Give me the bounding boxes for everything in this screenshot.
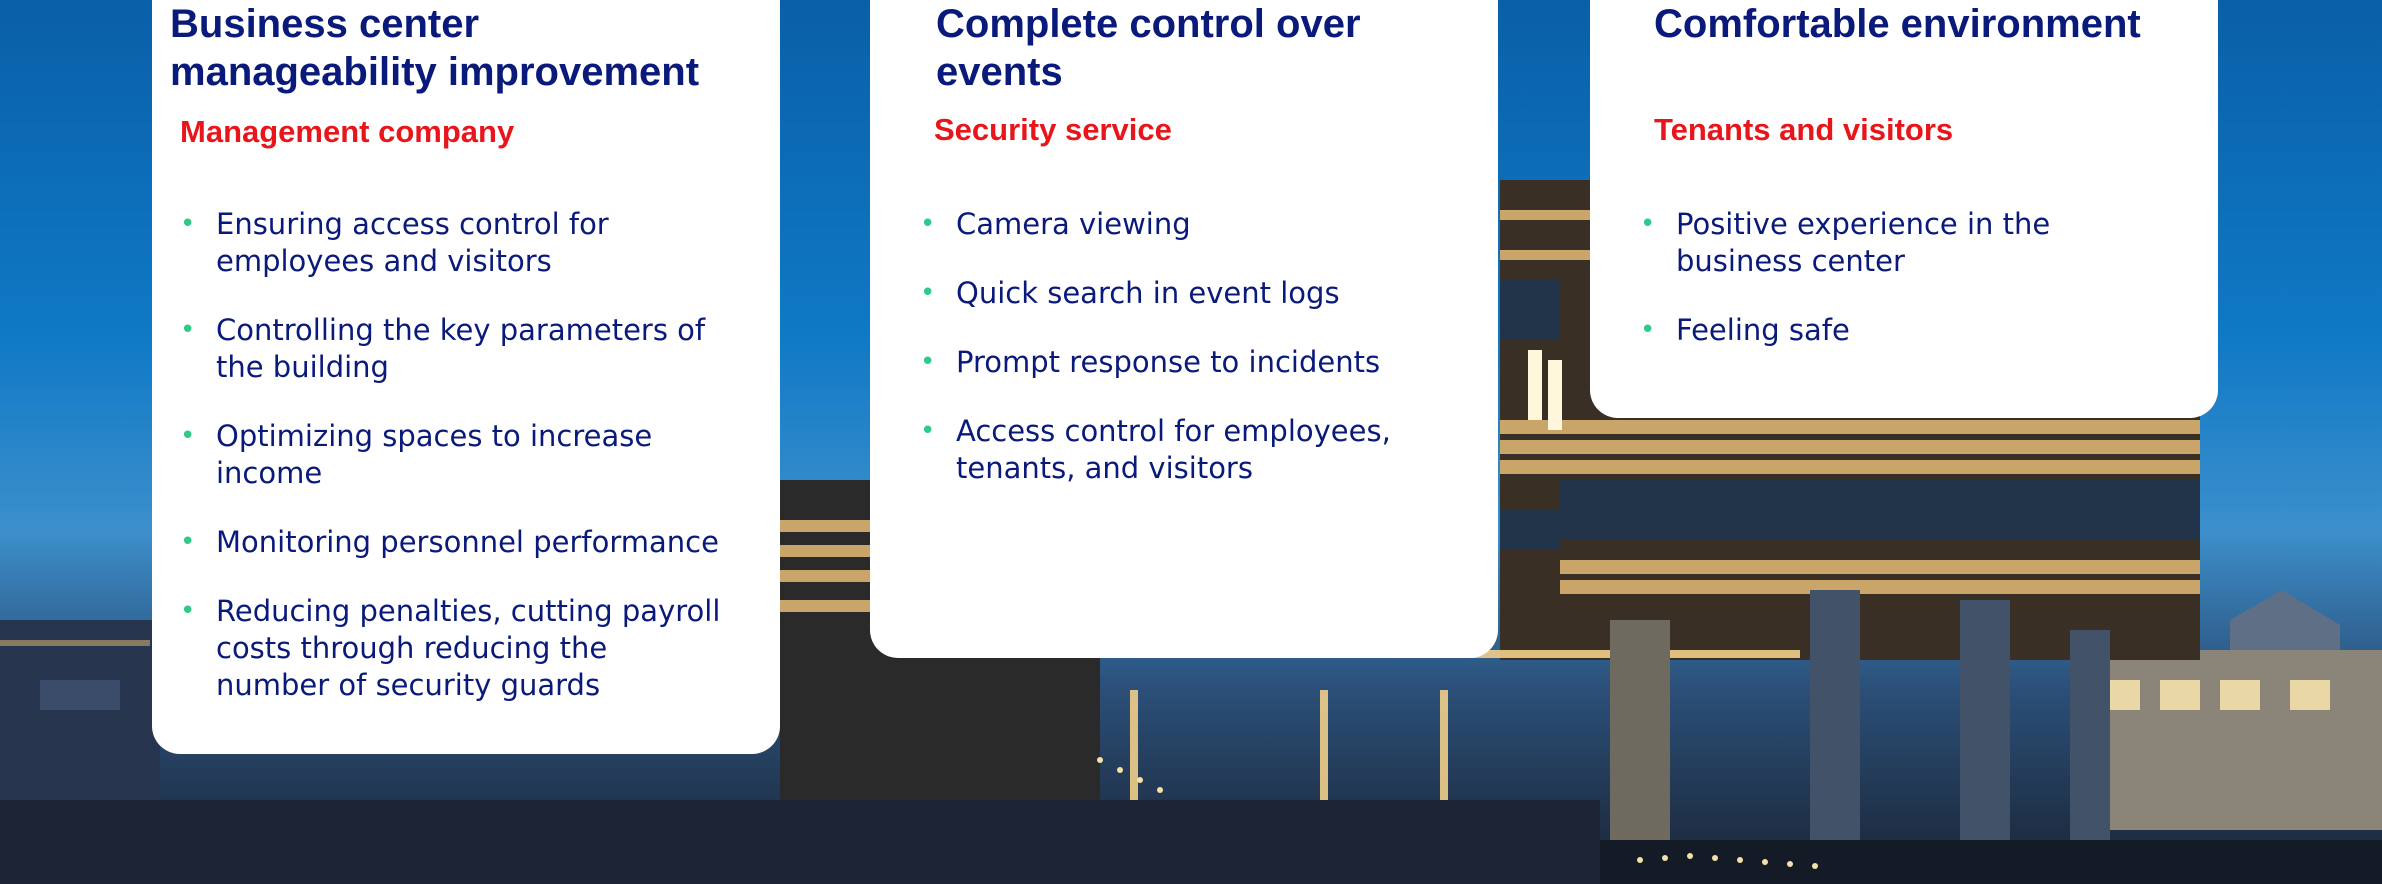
list-item-line: Camera viewing [956,207,1191,241]
card-title-line: events [936,50,1063,94]
bullet-icon: • [920,278,936,308]
benefit-list: • Camera viewing • Quick search in event… [920,206,1480,519]
benefit-list: • Ensuring access control for employees … [180,206,760,736]
card-title: Complete control over events [936,0,1361,96]
list-item: • Ensuring access control for employees … [180,206,760,280]
list-item: • Feeling safe [1640,312,2200,349]
card-subtitle: Security service [934,112,1172,147]
bullet-icon: • [180,527,196,557]
list-item: • Monitoring personnel performance [180,524,760,561]
list-item-line: income [216,456,323,490]
card-subtitle: Management company [180,114,515,149]
list-item-line: costs through reducing the [216,631,608,665]
card-title: Comfortable environment [1654,0,2141,48]
list-item-line: Optimizing spaces to increase [216,419,653,453]
list-item-line: Controlling the key parameters of [216,313,706,347]
list-item: • Access control for employees, tenants,… [920,413,1480,487]
card-subtitle: Tenants and visitors [1654,112,1954,147]
list-item: • Camera viewing [920,206,1480,243]
benefit-list: • Positive experience in the business ce… [1640,206,2200,381]
list-item-line: employees and visitors [216,244,552,278]
bullet-icon: • [180,596,196,626]
card-security-service: Complete control over events Security se… [870,0,1498,658]
list-item-line: Ensuring access control for [216,207,609,241]
list-item: • Optimizing spaces to increase income [180,418,760,492]
list-item-line: business center [1676,244,1905,278]
card-title-line: Comfortable environment [1654,2,2141,46]
list-item-line: number of security guards [216,668,601,702]
bullet-icon: • [180,315,196,345]
list-item-line: the building [216,350,389,384]
list-item-line: Quick search in event logs [956,276,1340,310]
list-item: • Positive experience in the business ce… [1640,206,2200,280]
card-title: Business center manageability improvemen… [170,0,699,96]
bullet-icon: • [1640,315,1656,345]
bullet-icon: • [1640,209,1656,239]
bullet-icon: • [180,421,196,451]
bullet-icon: • [920,209,936,239]
card-title-line: Business center [170,2,480,46]
list-item-line: tenants, and visitors [956,451,1253,485]
list-item: • Controlling the key parameters of the … [180,312,760,386]
list-item: • Reducing penalties, cutting payroll co… [180,593,760,704]
list-item-line: Access control for employees, [956,414,1391,448]
card-title-line: manageability improvement [170,50,700,94]
list-item-line: Positive experience in the [1676,207,2051,241]
bullet-icon: • [920,347,936,377]
list-item-line: Reducing penalties, cutting payroll [216,594,721,628]
list-item: • Prompt response to incidents [920,344,1480,381]
list-item-line: Prompt response to incidents [956,345,1381,379]
list-item-line: Feeling safe [1676,313,1850,347]
card-tenants-visitors: Comfortable environment Tenants and visi… [1590,0,2218,418]
list-item: • Quick search in event logs [920,275,1480,312]
list-item-line: Monitoring personnel performance [216,525,719,559]
bullet-icon: • [920,416,936,446]
bullet-icon: • [180,209,196,239]
card-management-company: Business center manageability improvemen… [152,0,780,754]
card-title-line: Complete control over [936,2,1361,46]
